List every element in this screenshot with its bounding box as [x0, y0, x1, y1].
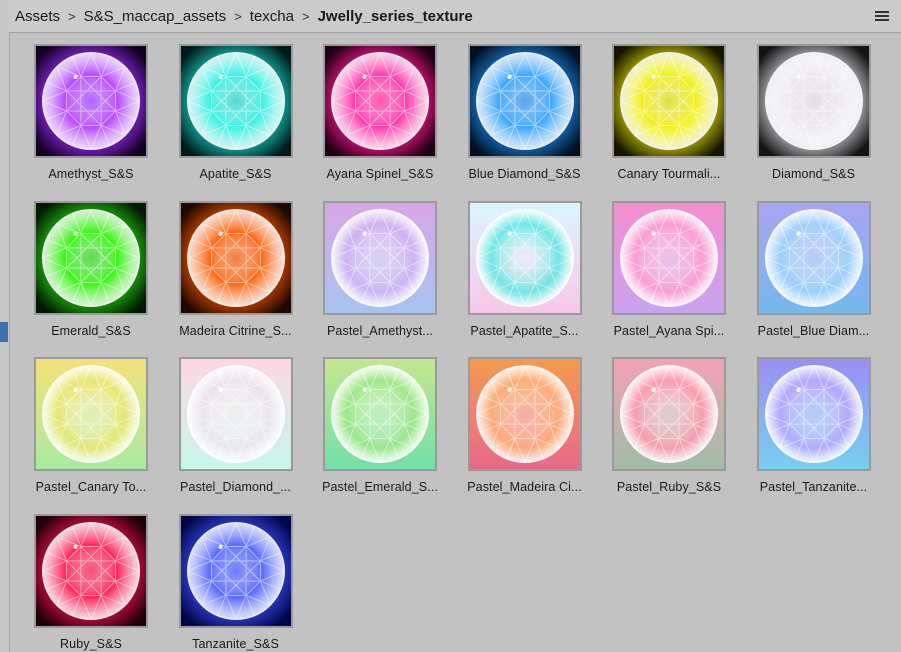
asset-label: Tanzanite_S&S: [192, 636, 279, 651]
asset-tile[interactable]: Ayana Spinel_S&S: [313, 44, 441, 194]
asset-thumbnail[interactable]: [756, 44, 871, 158]
asset-tile[interactable]: Blue Diamond_S&S: [458, 44, 586, 194]
asset-thumbnail[interactable]: [323, 200, 437, 315]
chevron-right-icon: >: [234, 8, 242, 24]
asset-tile[interactable]: Tanzanite_S&S: [169, 513, 297, 652]
asset-label: Diamond_S&S: [771, 167, 856, 181]
chevron-right-icon: >: [68, 8, 76, 24]
gem-texture-image: [469, 46, 580, 156]
asset-tile[interactable]: Pastel_Tanzanite...: [747, 357, 875, 507]
breadcrumb: Assets > S&S_maccap_assets > texcha > Jw…: [9, 0, 901, 33]
gem-texture-image: [180, 515, 291, 626]
asset-label: Pastel_Diamond_...: [180, 480, 291, 494]
asset-tile[interactable]: Pastel_Ayana Spi...: [602, 200, 730, 351]
asset-tile[interactable]: Pastel_Emerald_S...: [313, 357, 441, 507]
asset-thumbnail[interactable]: [467, 44, 582, 158]
asset-tile[interactable]: Pastel_Amethyst...: [313, 200, 441, 351]
asset-thumbnail[interactable]: [756, 200, 871, 315]
asset-label: Pastel_Ayana Spi...: [613, 323, 725, 338]
asset-tile[interactable]: Pastel_Madeira Ci...: [458, 357, 586, 507]
gem-texture-image: [325, 202, 435, 313]
breadcrumb-item-assets[interactable]: Assets: [15, 8, 60, 25]
asset-thumbnail[interactable]: [178, 200, 293, 315]
left-panel-selection-marker: [0, 322, 8, 342]
asset-tile[interactable]: Canary Tourmali...: [602, 44, 730, 194]
asset-label: Ruby_S&S: [60, 636, 122, 651]
asset-label: Ayana Spinel_S&S: [326, 167, 434, 181]
asset-label: Canary Tourmali...: [617, 167, 721, 181]
asset-thumbnail[interactable]: [323, 357, 437, 471]
gem-texture-image: [758, 202, 869, 313]
asset-tile[interactable]: Pastel_Ruby_S&S: [602, 357, 730, 507]
asset-thumbnail[interactable]: [178, 44, 293, 158]
gem-texture-image: [469, 359, 580, 469]
gem-texture-image: [758, 359, 869, 469]
asset-tile[interactable]: Apatite_S&S: [169, 44, 297, 194]
gem-texture-image: [469, 202, 580, 313]
asset-tile[interactable]: Ruby_S&S: [24, 513, 152, 652]
asset-thumbnail[interactable]: [34, 513, 148, 628]
asset-label: Amethyst_S&S: [48, 167, 134, 181]
gem-texture-image: [180, 202, 291, 313]
gem-texture-image: [614, 359, 724, 469]
asset-label: Pastel_Blue Diam...: [757, 323, 870, 338]
asset-thumbnail[interactable]: [467, 357, 582, 471]
asset-tile[interactable]: Diamond_S&S: [747, 44, 875, 194]
asset-tile[interactable]: Pastel_Blue Diam...: [747, 200, 875, 351]
asset-label: Apatite_S&S: [199, 167, 272, 181]
gem-texture-image: [36, 46, 146, 156]
asset-thumbnail[interactable]: [467, 200, 582, 315]
gem-texture-image: [36, 515, 146, 626]
breadcrumb-item-maccap-assets[interactable]: S&S_maccap_assets: [84, 8, 227, 25]
asset-tile[interactable]: Madeira Citrine_S...: [169, 200, 297, 351]
breadcrumb-item-current-folder[interactable]: Jwelly_series_texture: [318, 8, 473, 25]
asset-thumbnail[interactable]: [612, 357, 726, 471]
asset-thumbnail[interactable]: [178, 513, 293, 628]
asset-thumbnail[interactable]: [612, 200, 726, 315]
gem-texture-image: [36, 202, 146, 313]
breadcrumb-item-texcha[interactable]: texcha: [250, 8, 294, 25]
gem-texture-image: [325, 359, 435, 469]
asset-tile[interactable]: Pastel_Apatite_S...: [458, 200, 586, 351]
left-panel-edge: [0, 0, 10, 652]
asset-thumbnail[interactable]: [34, 357, 148, 471]
asset-label: Madeira Citrine_S...: [179, 323, 292, 338]
asset-tile[interactable]: Pastel_Diamond_...: [169, 357, 297, 507]
asset-label: Pastel_Amethyst...: [326, 323, 433, 338]
gem-texture-image: [180, 46, 291, 156]
gem-texture-image: [36, 359, 146, 469]
gem-texture-image: [325, 46, 435, 156]
asset-tile[interactable]: Amethyst_S&S: [24, 44, 152, 194]
gem-texture-image: [614, 46, 724, 156]
asset-thumbnail[interactable]: [323, 44, 437, 158]
asset-thumbnail[interactable]: [34, 200, 148, 315]
asset-thumbnail[interactable]: [756, 357, 871, 471]
gem-texture-image: [758, 46, 869, 156]
project-browser-window: Assets > S&S_maccap_assets > texcha > Jw…: [0, 0, 901, 652]
asset-label: Pastel_Ruby_S&S: [616, 480, 722, 494]
asset-label: Emerald_S&S: [51, 323, 131, 338]
asset-thumbnail[interactable]: [34, 44, 148, 158]
chevron-right-icon: >: [301, 8, 310, 24]
asset-tile[interactable]: Emerald_S&S: [24, 200, 152, 351]
asset-label: Pastel_Apatite_S...: [470, 323, 579, 338]
gem-texture-image: [180, 359, 291, 469]
asset-thumbnail[interactable]: [612, 44, 726, 158]
asset-tile[interactable]: Pastel_Canary To...: [24, 357, 152, 507]
asset-label: Pastel_Madeira Ci...: [467, 480, 582, 494]
asset-label: Blue Diamond_S&S: [468, 167, 581, 181]
asset-label: Pastel_Tanzanite...: [759, 480, 868, 494]
asset-label: Pastel_Canary To...: [35, 480, 147, 494]
asset-label: Pastel_Emerald_S...: [322, 480, 438, 494]
panel-menu-icon[interactable]: [875, 11, 889, 21]
gem-texture-image: [614, 202, 724, 313]
asset-thumbnail[interactable]: [178, 357, 293, 471]
